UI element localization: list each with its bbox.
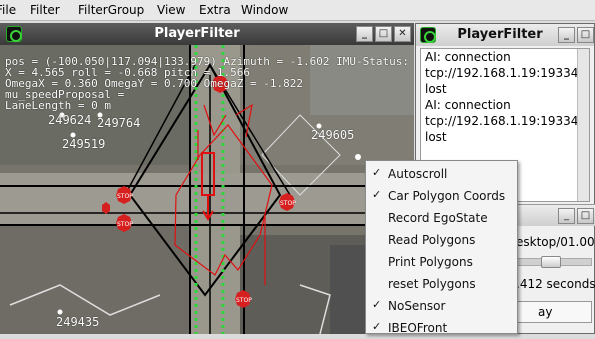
stop-sign-label: STOP — [117, 193, 133, 200]
menu-item-autoscroll[interactable]: ✓ Autoscroll — [366, 163, 517, 185]
map-node-label: 249519 — [62, 137, 106, 151]
context-menu: ✓ Autoscroll ✓ Car Polygon Coords Record… — [365, 160, 518, 335]
menu-item-reset-polygons[interactable]: reset Polygons — [366, 273, 517, 295]
minimize-button[interactable]: _ — [356, 26, 373, 42]
log-line: lost — [425, 130, 447, 144]
menu-item-print-polygons[interactable]: Print Polygons — [366, 251, 517, 273]
menu-item-label: reset Polygons — [388, 277, 476, 291]
stop-sign-label: STOP — [280, 200, 296, 207]
file-path-text: esktop/01.00 — [516, 235, 595, 249]
menu-item-label: Read Polygons — [388, 233, 476, 247]
check-icon: ✓ — [372, 320, 382, 333]
log-line: lost — [425, 82, 447, 96]
menu-item-label: Car Polygon Coords — [388, 189, 506, 203]
playback-slider[interactable] — [516, 256, 592, 268]
check-icon: ✓ — [372, 166, 382, 179]
menu-view[interactable]: View — [157, 3, 185, 17]
log-line: tcp://192.168.1.19:19334 — [425, 114, 579, 128]
mode-field[interactable]: ay — [516, 301, 592, 323]
menu-bar: File Filter FilterGroup View Extra Windo… — [0, 0, 595, 21]
log-window-titlebar[interactable]: PlayerFilter _ □ — [416, 24, 594, 46]
window-title: PlayerFilter — [154, 26, 240, 41]
player-filter-titlebar[interactable]: PlayerFilter _ □ ✕ — [0, 23, 414, 45]
menu-filtergroup[interactable]: FilterGroup — [78, 3, 144, 17]
mode-field-text: ay — [538, 305, 553, 319]
menu-file[interactable]: File — [0, 3, 16, 17]
menu-item-nosensor[interactable]: ✓ NoSensor — [366, 295, 517, 317]
maximize-button[interactable]: □ — [577, 27, 594, 43]
map-node-label: 249624 — [48, 113, 92, 127]
check-icon: ✓ — [372, 298, 382, 311]
maximize-button[interactable]: □ — [577, 208, 594, 224]
check-icon: ✓ — [372, 188, 382, 201]
log-line: tcp://192.168.1.19:19334 — [425, 66, 579, 80]
menu-item-ibeofront[interactable]: ✓ IBEOFront — [366, 317, 517, 339]
menu-item-label: IBEOFront — [388, 321, 448, 335]
menu-item-label: Record EgoState — [388, 211, 488, 225]
menu-window[interactable]: Window — [241, 3, 288, 17]
stop-sign-label: STOP — [236, 297, 252, 304]
menu-filter[interactable]: Filter — [30, 3, 60, 17]
map-node-label: 249764 — [97, 116, 141, 130]
minimize-button[interactable]: _ — [558, 27, 575, 43]
map-viewport[interactable]: STOP STOP STOP STOP pos = (-100.050|117.… — [0, 45, 414, 334]
hud-lane-length: LaneLength = 0 m — [5, 99, 111, 112]
menu-item-record-egostate[interactable]: Record EgoState — [366, 207, 517, 229]
menu-item-read-polygons[interactable]: Read Polygons — [366, 229, 517, 251]
stop-sign-label: STOP — [117, 221, 133, 228]
slider-handle[interactable] — [541, 256, 561, 268]
log-line: AI: connection — [425, 50, 511, 64]
menu-item-label: Print Polygons — [388, 255, 473, 269]
log-scrollbar[interactable] — [577, 49, 589, 201]
minimize-button[interactable]: _ — [558, 208, 575, 224]
maximize-button[interactable]: □ — [375, 26, 392, 42]
menu-item-label: Autoscroll — [388, 167, 448, 181]
playback-time: .412 seconds — [516, 277, 595, 291]
map-node-label: 249605 — [311, 128, 355, 142]
menu-item-car-polygon-coords[interactable]: ✓ Car Polygon Coords — [366, 185, 517, 207]
map-node-label: 249435 — [56, 315, 100, 329]
menu-item-label: NoSensor — [388, 299, 446, 313]
log-line: AI: connection — [425, 98, 511, 112]
menu-extra[interactable]: Extra — [199, 3, 231, 17]
